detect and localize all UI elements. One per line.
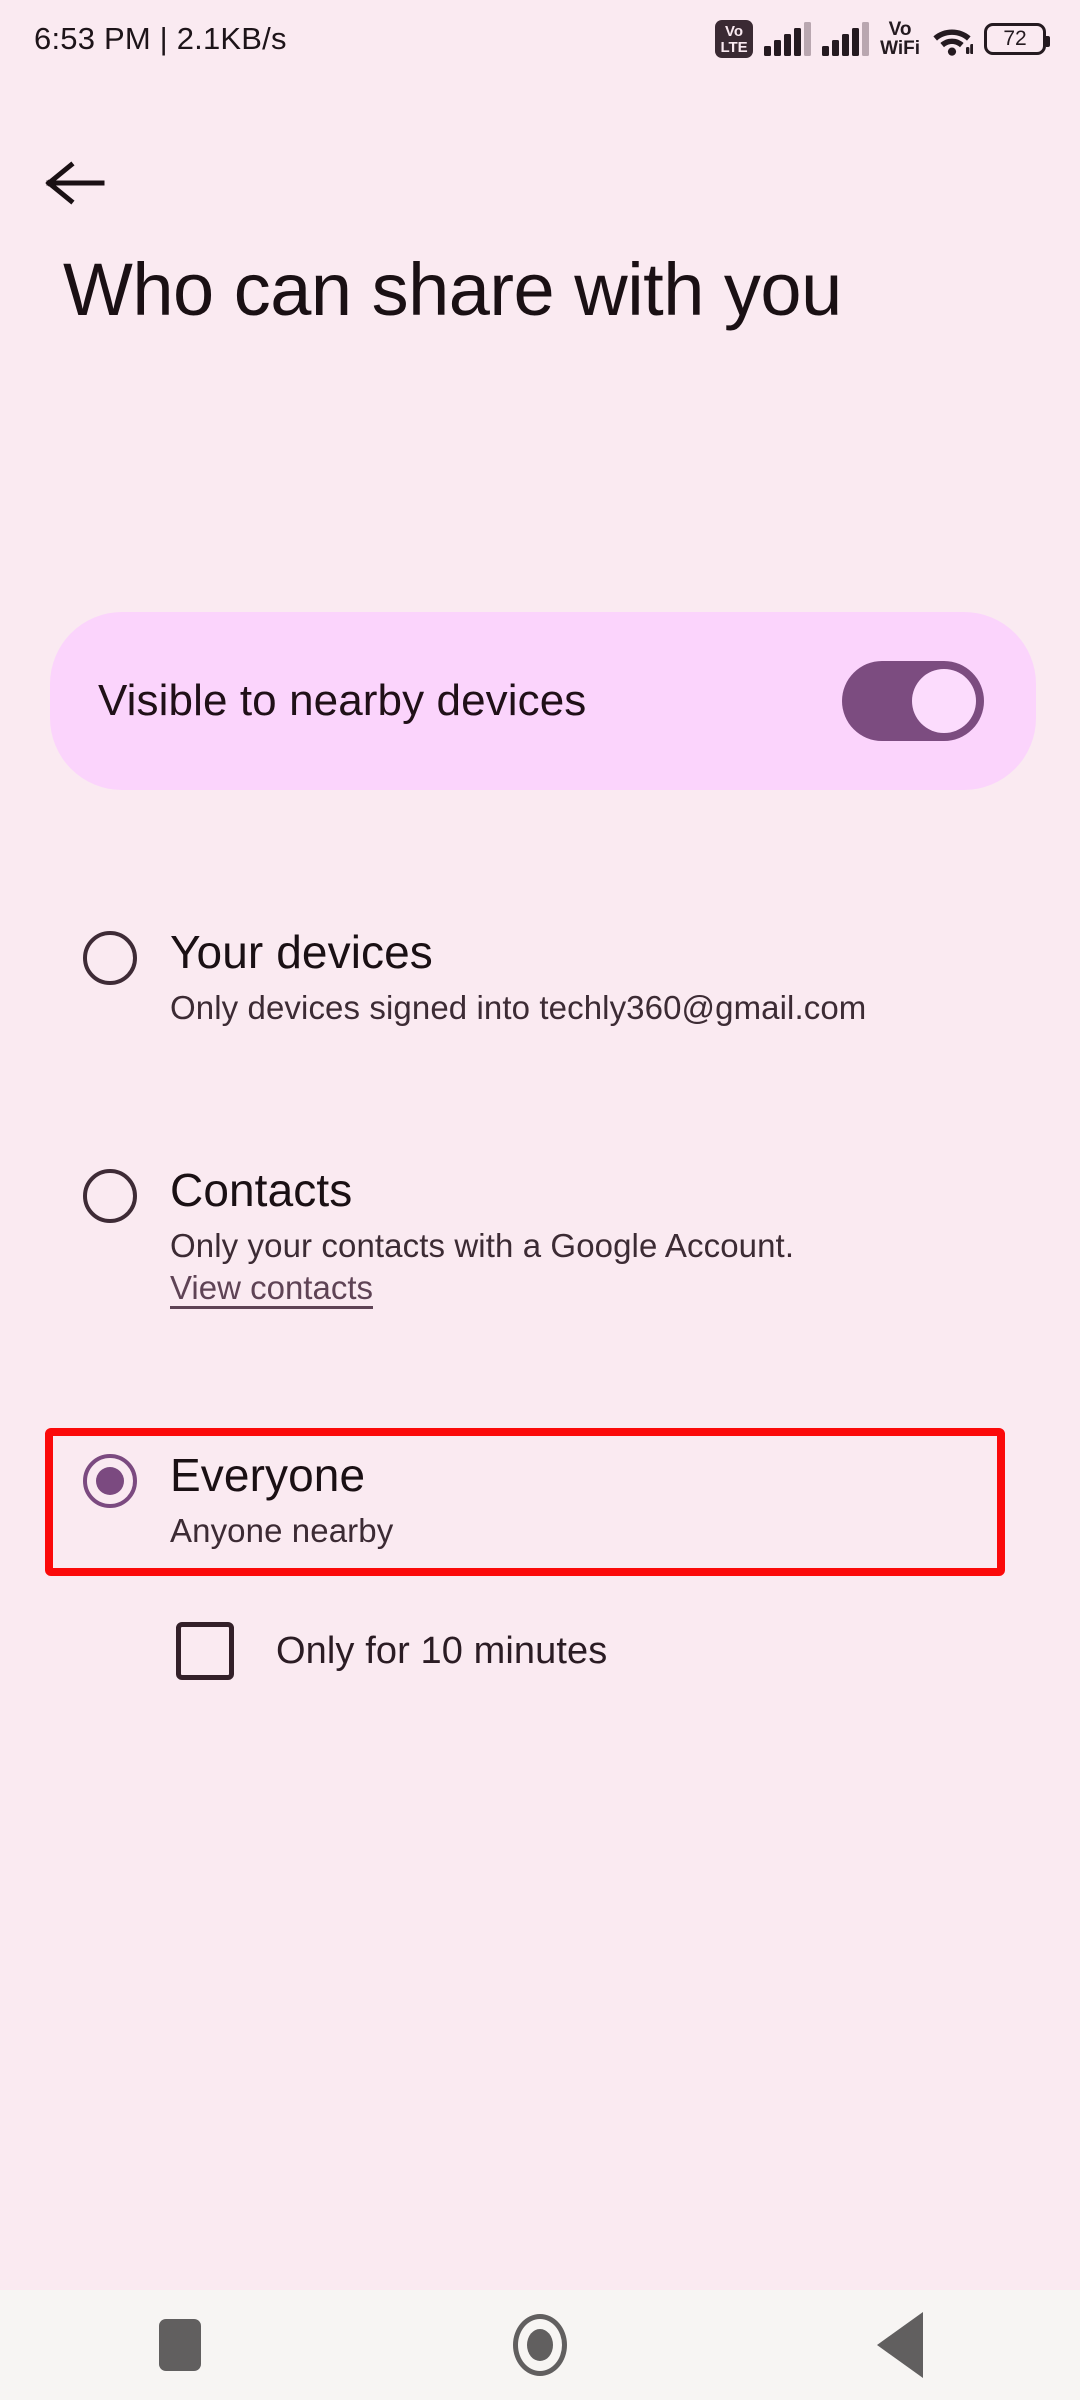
option-subtitle-contacts: Only your contacts with a Google Account…: [170, 1227, 795, 1265]
visible-to-nearby-devices-label: Visible to nearby devices: [98, 676, 587, 725]
visible-to-nearby-devices-toggle[interactable]: [842, 661, 984, 741]
option-subtitle-everyone: Anyone nearby: [170, 1512, 394, 1550]
radio-wrap-everyone: [50, 1448, 170, 1508]
square-icon: [159, 2319, 201, 2371]
battery-percent-label: 72: [1003, 27, 1027, 50]
radio-wrap-contacts: [50, 1163, 170, 1223]
nav-recents-button[interactable]: [105, 2290, 255, 2400]
system-navigation-bar: [0, 2290, 1080, 2400]
radio-your-devices[interactable]: [83, 931, 137, 985]
radio-wrap-your-devices: [50, 925, 170, 985]
option-title-your-devices: Your devices: [170, 926, 433, 978]
battery-icon: 72: [984, 23, 1050, 55]
option-everyone[interactable]: Everyone Anyone nearby: [50, 1448, 1036, 1552]
radio-everyone[interactable]: [83, 1454, 137, 1508]
visible-to-nearby-devices-card[interactable]: Visible to nearby devices: [50, 612, 1036, 790]
option-title-contacts: Contacts: [170, 1164, 353, 1216]
option-title-everyone: Everyone: [170, 1449, 366, 1501]
volte-icon-line1: Vo: [725, 22, 744, 40]
status-bar: 6:53 PM | 2.1KB/s Vo LTE Vo WiFi 72: [0, 0, 1080, 78]
page-title: Who can share with you: [63, 248, 842, 331]
option-your-devices[interactable]: Your devices Only devices signed into te…: [50, 925, 1036, 1029]
option-subtitle-your-devices: Only devices signed into techly360@gmail…: [170, 989, 867, 1027]
only-for-10-minutes-checkbox[interactable]: [176, 1622, 234, 1680]
status-icons: Vo LTE Vo WiFi 72: [715, 18, 1050, 59]
volte-icon: Vo LTE: [715, 20, 754, 58]
option-text-contacts: Contacts Only your contacts with a Googl…: [170, 1163, 794, 1307]
triangle-left-icon: [877, 2312, 923, 2378]
option-contacts[interactable]: Contacts Only your contacts with a Googl…: [50, 1163, 1036, 1307]
option-text-your-devices: Your devices Only devices signed into te…: [170, 925, 866, 1029]
radio-contacts[interactable]: [83, 1169, 137, 1223]
circle-icon: [513, 2314, 567, 2376]
only-for-10-minutes-label: Only for 10 minutes: [276, 1629, 608, 1672]
signal-strength-sim1-icon: [764, 22, 812, 56]
vowifi-icon-line2: WiFi: [880, 38, 920, 59]
nav-home-button[interactable]: [465, 2290, 615, 2400]
wifi-icon: [933, 29, 973, 56]
status-time-and-network-speed: 6:53 PM | 2.1KB/s: [34, 21, 287, 56]
vowifi-icon-line1: Vo: [888, 18, 912, 40]
back-button[interactable]: [44, 147, 136, 219]
arrow-left-icon: [45, 161, 105, 205]
view-contacts-link[interactable]: View contacts: [170, 1269, 373, 1307]
nav-back-button[interactable]: [825, 2290, 975, 2400]
signal-strength-sim2-icon: [822, 22, 870, 56]
toggle-thumb: [912, 669, 976, 733]
vowifi-icon: Vo WiFi: [880, 18, 920, 59]
option-text-everyone: Everyone Anyone nearby: [170, 1448, 393, 1552]
volte-icon-line2: LTE: [720, 38, 748, 56]
app-bar: [0, 125, 1080, 235]
only-for-10-minutes-row[interactable]: Only for 10 minutes: [176, 1622, 607, 1680]
